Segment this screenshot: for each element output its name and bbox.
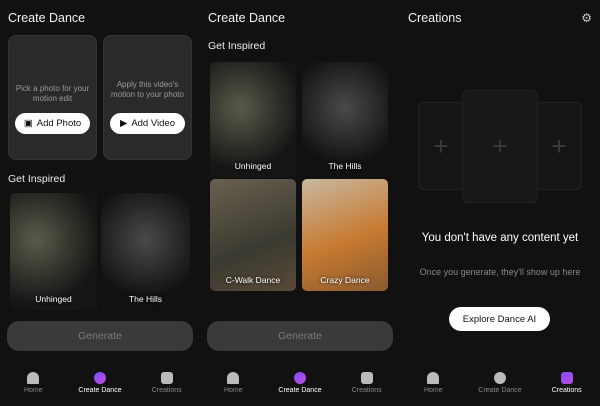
placeholder-card: + [462,90,538,203]
page-title: Create Dance [8,11,86,25]
nav-label: Create Dance [278,387,322,394]
nav-label: Create Dance [78,387,122,394]
create-dance-scrolled-panel: Create Dance Get Inspired Unhinged The H… [200,0,400,406]
add-video-button[interactable]: ▶ Add Video [110,113,185,134]
home-icon [427,372,440,384]
image-icon: ▣ [23,118,33,129]
video-hint: Apply this video's motion to your photo [111,80,184,99]
creations-panel: Creations ⚙ + + + You don't have any con… [400,0,600,406]
create-dance-icon [494,372,506,384]
bottom-nav: Home Create Dance Creations [200,372,400,406]
nav-create-dance[interactable]: Create Dance [267,372,334,406]
tile-the-hills[interactable]: The Hills [302,62,388,177]
tile-unhinged[interactable]: Unhinged [210,62,296,177]
page-title: Creations [408,11,462,25]
nav-label: Create Dance [478,387,522,394]
get-inspired-heading: Get Inspired [208,40,266,52]
nav-label: Creations [351,387,382,394]
empty-subtitle: Once you generate, they'll show up here [419,267,581,277]
tile-label: Crazy Dance [320,275,370,285]
tile-unhinged[interactable]: Unhinged [10,193,97,310]
nav-label: Home [23,387,43,394]
placeholder-card: + [536,102,582,190]
create-dance-icon [294,372,306,384]
add-video-card[interactable]: Apply this video's motion to your photo … [103,35,192,160]
nav-create-dance[interactable]: Create Dance [67,372,134,406]
add-photo-button[interactable]: ▣ Add Photo [15,113,90,134]
nav-home[interactable]: Home [400,372,467,406]
gear-icon[interactable]: ⚙ [581,11,592,25]
create-dance-panel: Create Dance Pick a photo for your motio… [0,0,200,406]
tile-label: Unhinged [35,294,72,304]
tile-crazy-dance[interactable]: Crazy Dance [302,179,388,291]
create-dance-icon [94,372,106,384]
tile-label: Unhinged [234,161,272,171]
tile-label: C-Walk Dance [225,275,281,285]
nav-label: Home [223,387,243,394]
home-icon [227,372,240,384]
tile-c-walk-dance[interactable]: C-Walk Dance [210,179,296,291]
nav-creations[interactable]: Creations [333,372,400,406]
nav-label: Creations [551,387,582,394]
tile-label: The Hills [328,161,362,171]
nav-home[interactable]: Home [200,372,267,406]
nav-creations[interactable]: Creations [133,372,200,406]
creations-icon [160,372,173,384]
nav-home[interactable]: Home [0,372,67,406]
generate-button[interactable]: Generate [7,321,193,351]
creations-icon [560,372,573,384]
add-photo-card[interactable]: Pick a photo for your motion edit ▣ Add P… [8,35,97,160]
bottom-nav: Home Create Dance Creations [0,372,200,406]
play-icon: ▶ [120,118,128,129]
empty-title: You don't have any content yet [421,232,579,244]
tile-label: The Hills [128,294,163,304]
nav-creations[interactable]: Creations [533,372,600,406]
bottom-nav: Home Create Dance Creations [400,372,600,406]
add-video-label: Add Video [131,118,175,129]
get-inspired-heading: Get Inspired [8,173,66,185]
nav-label: Creations [151,387,182,394]
add-photo-label: Add Photo [36,118,82,129]
nav-create-dance[interactable]: Create Dance [467,372,534,406]
tile-the-hills[interactable]: The Hills [101,193,190,310]
photo-hint: Pick a photo for your motion edit [15,84,90,103]
explore-dance-ai-button[interactable]: Explore Dance AI [449,307,550,331]
page-title: Create Dance [208,11,286,25]
nav-label: Home [423,387,443,394]
creations-icon [360,372,373,384]
home-icon [27,372,40,384]
placeholder-card: + [418,102,464,190]
generate-button[interactable]: Generate [207,321,393,351]
